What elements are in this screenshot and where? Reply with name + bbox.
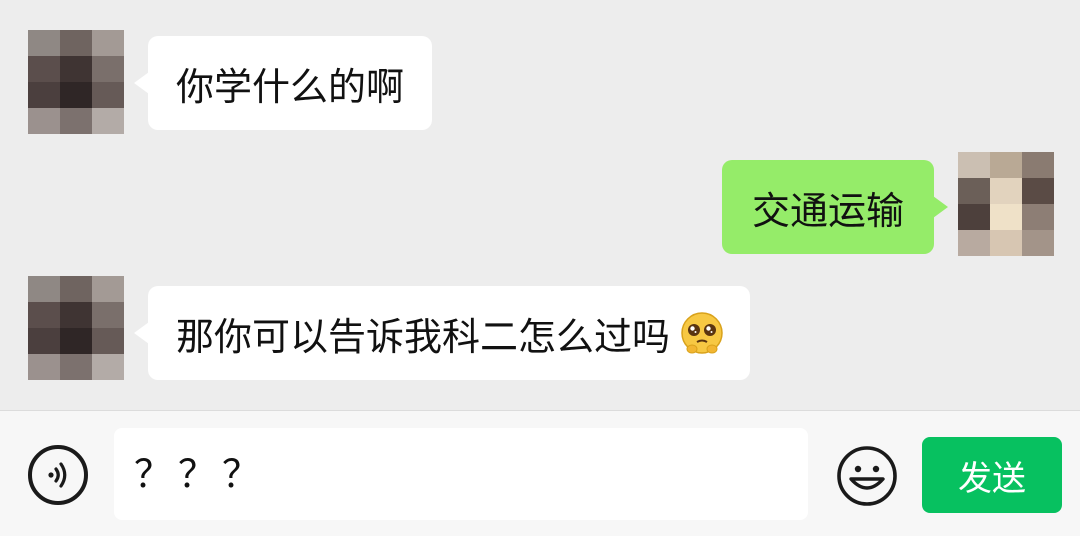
message-input[interactable]: ？？？ xyxy=(114,428,808,520)
voice-icon[interactable] xyxy=(28,445,88,505)
message-bubble-sent[interactable]: 交通运输 xyxy=(721,160,948,254)
chat-area: 你学什么的啊 交通运输 那你可以告诉我科二怎么过吗 xyxy=(0,0,1080,410)
message-bubble-received[interactable]: 那你可以告诉我科二怎么过吗 xyxy=(134,286,751,380)
bubble-tail xyxy=(134,322,149,344)
self-avatar[interactable] xyxy=(958,152,1054,256)
bubble-tail xyxy=(933,196,948,218)
smiley-icon[interactable] xyxy=(836,445,898,507)
message-text: 你学什么的啊 xyxy=(176,64,405,109)
pleading-face-emoji-icon xyxy=(681,312,723,354)
input-bar: ？？？ 发送 xyxy=(0,410,1080,536)
contact-avatar[interactable] xyxy=(28,30,124,134)
message-text: 交通运输 xyxy=(751,188,904,233)
contact-avatar[interactable] xyxy=(28,276,124,380)
bubble-tail xyxy=(134,72,149,94)
message-bubble-received[interactable]: 你学什么的啊 xyxy=(134,36,433,130)
message-text: 那你可以告诉我科二怎么过吗 xyxy=(176,314,671,359)
send-button[interactable]: 发送 xyxy=(922,437,1062,513)
